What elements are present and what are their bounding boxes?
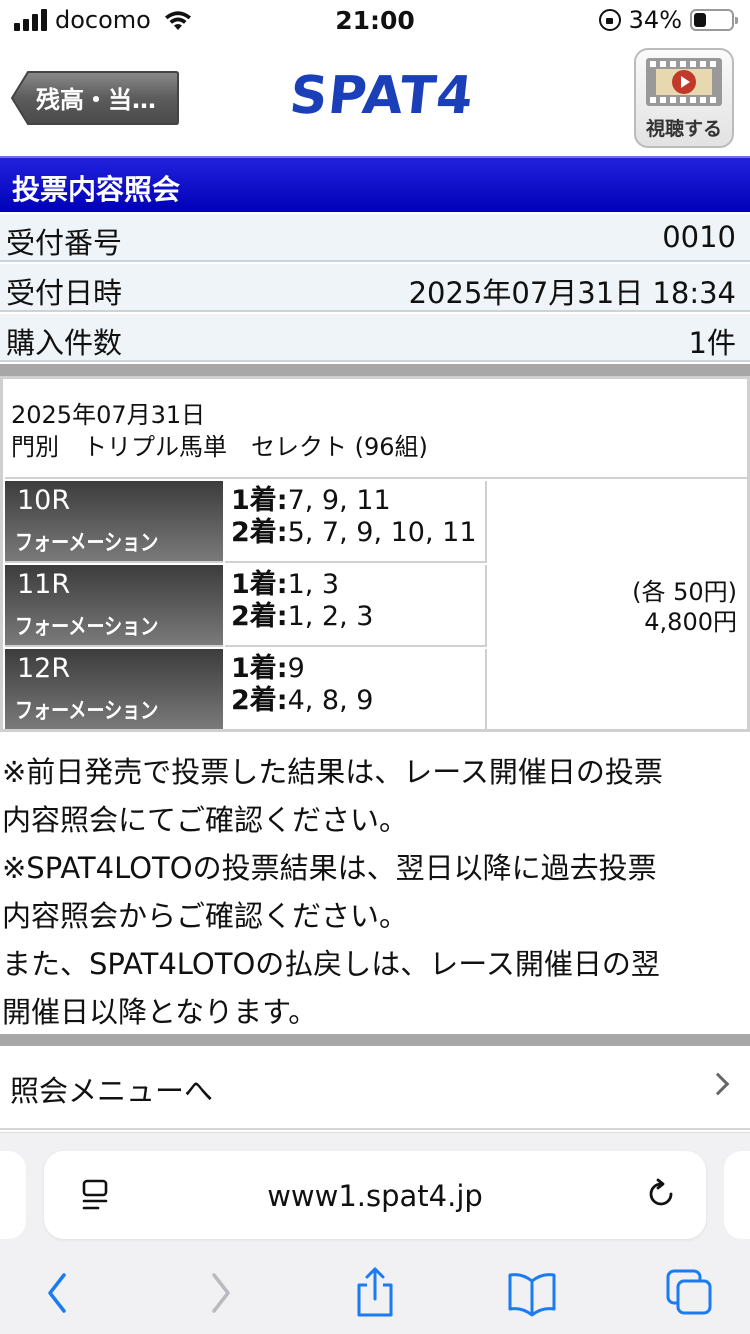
race-bet-type: フォーメーション [15,615,159,640]
pick-cell: 1着:1, 3 2着:1, 2, 3 [225,565,487,647]
share-icon[interactable] [345,1265,405,1321]
film-icon [646,58,722,106]
pick-cell: 1着:7, 9, 11 2着:5, 7, 9, 10, 11 [225,481,487,563]
race-cell: 12R フォーメーション [5,649,223,731]
battery-level [694,13,707,27]
info-row-receipt-number: 受付番号 0010 [0,214,750,262]
next-tab[interactable] [724,1151,750,1239]
battery-icon [690,9,738,31]
unit-price: (各 50円) [632,578,737,606]
info-label: 受付日時 [6,276,123,310]
inquiry-menu-label: 照会メニューへ [10,1074,214,1108]
pick-values: 7, 9, 11 [287,485,391,516]
status-right: 34% [598,6,738,34]
race-number: 11R [17,569,71,600]
race-number: 10R [17,485,71,516]
inquiry-menu-link[interactable]: 照会メニューへ [0,1046,750,1130]
info-label: 購入件数 [6,326,123,360]
note-line: 内容照会からご確認ください。 [2,899,409,933]
info-value: 0010 [662,220,736,254]
pick-label: 2着: [231,601,288,632]
info-row-receipt-datetime: 受付日時 2025年07月31日 18:34 [0,264,750,312]
pick-label: 1着: [231,569,288,600]
watch-button-label: 視聴する [645,118,722,140]
pick-label: 2着: [231,517,288,548]
chevron-right-icon [706,1072,730,1096]
pick-values: 9 [287,653,305,684]
price-cell: (各 50円) 4,800円 [489,481,747,729]
pick-label: 1着: [231,653,288,684]
back-button[interactable]: 残高・当… [10,70,180,126]
forward-arrow-icon[interactable] [190,1265,250,1321]
info-label: 受付番号 [6,226,123,260]
race-bet-type: フォーメーション [15,531,159,556]
play-icon [672,70,696,94]
race-number: 12R [17,653,71,684]
pick-values: 4, 8, 9 [287,685,374,716]
race-cell: 10R フォーメーション [5,481,223,563]
previous-tab[interactable] [0,1151,26,1239]
bookmarks-icon[interactable] [502,1265,562,1321]
browser-chrome: www1.spat4.jp [0,1132,750,1334]
app-header: 残高・当… SPAT4 視聴する [0,42,750,154]
note-line: 開催日以降となります。 [2,995,318,1029]
race-bet-type: フォーメーション [15,699,159,724]
info-value: 2025年07月31日 18:34 [408,276,736,310]
note-line: また、SPAT4LOTOの払戻しは、レース開催日の翌 [2,947,660,981]
bet-detail: 2025年07月31日 門別 トリプル馬単 セレクト (96組) 10R フォー… [0,376,750,732]
info-row-purchase-count: 購入件数 1件 [0,314,750,362]
divider [0,364,750,376]
page-title: 投票内容照会 [0,156,750,212]
info-value: 1件 [688,326,736,360]
note-line: ※SPAT4LOTOの投票結果は、翌日以降に過去投票 [2,851,657,885]
notes: ※前日発売で投票した結果は、レース開催日の投票 内容照会にてご確認ください。 ※… [0,748,750,1036]
divider [0,1034,750,1046]
pick-values: 1, 3 [287,569,340,600]
orientation-lock-icon [598,9,621,31]
bet-detail-header: 2025年07月31日 門別 トリプル馬単 セレクト (96組) [5,381,747,479]
back-button-label: 残高・当… [36,86,156,114]
url-text: www1.spat4.jp [267,1179,483,1213]
back-arrow-icon[interactable] [28,1265,88,1321]
reload-icon[interactable] [644,1177,678,1211]
address-bar[interactable]: www1.spat4.jp [44,1151,706,1239]
battery-percent: 34% [628,6,682,34]
bet-date: 2025年07月31日 [11,401,206,429]
race-cell: 11R フォーメーション [5,565,223,647]
spat4-logo: SPAT4 [286,66,477,126]
total-price: 4,800円 [644,608,737,636]
note-line: 内容照会にてご確認ください。 [2,803,409,837]
bet-summary: 門別 トリプル馬単 セレクト (96組) [11,433,428,461]
watch-button[interactable]: 視聴する [634,48,734,148]
pick-label: 1着: [231,485,288,516]
note-line: ※前日発売で投票した結果は、レース開催日の投票 [2,755,663,789]
tabs-icon[interactable] [660,1265,720,1321]
pick-label: 2着: [231,685,288,716]
pick-values: 1, 2, 3 [287,601,374,632]
pick-cell: 1着:9 2着:4, 8, 9 [225,649,487,731]
pick-values: 5, 7, 9, 10, 11 [287,517,477,548]
status-bar: docomo 21:00 34% [0,0,750,42]
browser-toolbar [0,1265,750,1325]
